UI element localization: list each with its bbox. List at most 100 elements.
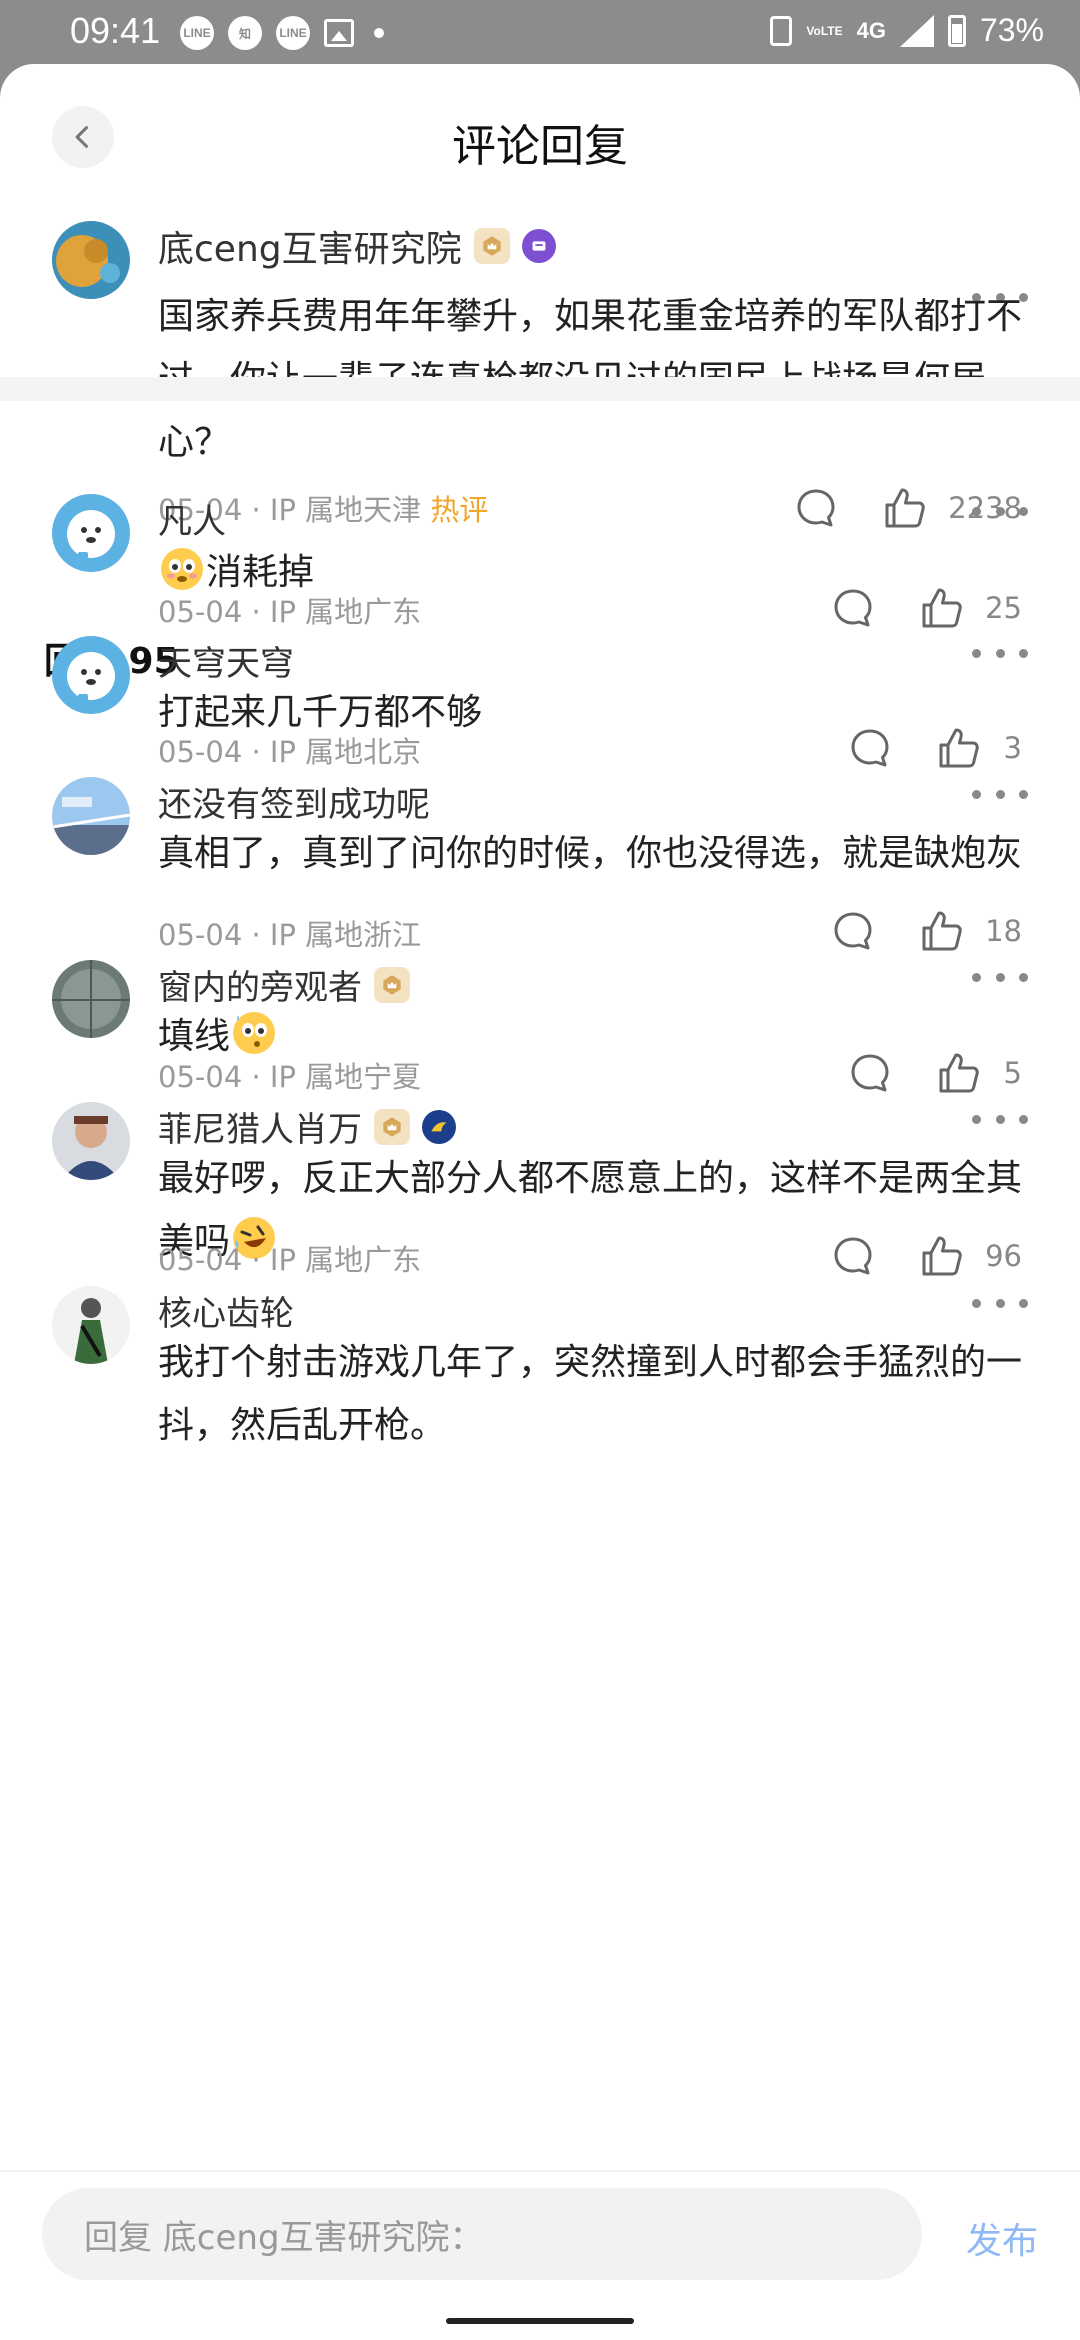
crown-badge-icon bbox=[374, 1108, 410, 1145]
reply-bubble-icon[interactable] bbox=[831, 586, 875, 630]
author-name[interactable]: 还没有签到成功呢 bbox=[158, 777, 430, 826]
author-name[interactable]: 菲尼猎人肖万 bbox=[158, 1102, 362, 1151]
vibrate-icon bbox=[770, 15, 793, 46]
reply-actions: 25 bbox=[831, 585, 1022, 631]
status-system-icons: VoLTE 4G 73% bbox=[770, 12, 1044, 49]
comment-date: 05-04 · IP 属地广东 bbox=[158, 595, 422, 629]
volte-label: VoLTE bbox=[806, 23, 843, 38]
more-options-button[interactable] bbox=[972, 962, 1028, 992]
more-options-dot bbox=[995, 1298, 1005, 1308]
line-app-icon: LINE bbox=[180, 16, 214, 50]
author-name[interactable]: 凡人 bbox=[158, 494, 226, 543]
more-options-dot bbox=[995, 648, 1005, 658]
more-notifications-icon bbox=[374, 28, 384, 38]
comment-date: 05-04 · IP 属地宁夏 bbox=[158, 1060, 422, 1094]
purple-badge-icon bbox=[521, 229, 556, 263]
reply-bubble-icon[interactable] bbox=[831, 1234, 875, 1278]
hot-comment-tag: 热评 bbox=[430, 493, 489, 527]
more-options-dot bbox=[995, 506, 1005, 516]
status-time: 09:41 bbox=[70, 10, 161, 51]
more-options-button[interactable] bbox=[972, 779, 1028, 809]
status-bar: 09:41 LINE 知 LINE VoLTE 4G 73% bbox=[0, 0, 1080, 64]
more-options-dot bbox=[972, 1114, 981, 1124]
comment-date: 05-04 · IP 属地广东 bbox=[158, 1243, 422, 1277]
avatar[interactable] bbox=[52, 221, 130, 299]
reply-bubble-icon[interactable] bbox=[848, 726, 892, 770]
author-name[interactable]: 天穹天穹 bbox=[158, 636, 294, 685]
avatar[interactable] bbox=[52, 777, 130, 855]
publish-button[interactable]: 发布 bbox=[966, 2212, 1038, 2264]
network-type: 4G bbox=[856, 17, 886, 43]
avatar[interactable] bbox=[52, 960, 130, 1038]
more-options-dot bbox=[995, 789, 1005, 799]
like-count: 96 bbox=[985, 1239, 1022, 1273]
home-indicator[interactable] bbox=[446, 2318, 634, 2324]
more-options-button[interactable] bbox=[972, 496, 1028, 526]
reply-input[interactable]: 回复 底ceng互害研究院： bbox=[42, 2188, 922, 2280]
thumbs-up-icon[interactable] bbox=[919, 585, 965, 631]
composer-divider bbox=[0, 2170, 1080, 2172]
more-options-button[interactable] bbox=[972, 638, 1028, 668]
more-options-dot bbox=[972, 789, 981, 799]
reply-bubble-icon[interactable] bbox=[848, 1051, 892, 1095]
line-app-icon: LINE bbox=[276, 16, 310, 50]
author-row: 菲尼猎人肖万 bbox=[158, 1102, 456, 1151]
avatar[interactable] bbox=[52, 1102, 130, 1180]
author-row: 还没有签到成功呢 bbox=[158, 777, 430, 826]
thumbs-up-icon[interactable] bbox=[936, 725, 982, 771]
reply-bubble-icon[interactable] bbox=[794, 486, 838, 530]
more-options-dot bbox=[1019, 972, 1028, 982]
battery-icon bbox=[947, 14, 966, 47]
author-row: 窗内的旁观者 bbox=[158, 960, 410, 1009]
volte-icon: VoLTE bbox=[806, 24, 842, 38]
reply-text: 真相了，真到了问你的时候，你也没得选，就是缺炮灰 bbox=[158, 833, 1023, 874]
like-count: 18 bbox=[985, 914, 1022, 948]
reply-input-placeholder: 回复 底ceng互害研究院： bbox=[84, 2217, 484, 2258]
reply-text: 我打个射击游戏几年了，突然撞到人时都会手猛烈的一抖，然后乱开枪。 bbox=[158, 1342, 1023, 1446]
author-name[interactable]: 底ceng互害研究院 bbox=[158, 220, 462, 272]
signal-icon bbox=[899, 14, 934, 47]
reply-bubble-icon[interactable] bbox=[831, 909, 875, 953]
author-row: 底ceng互害研究院 bbox=[158, 220, 556, 272]
avatar[interactable] bbox=[52, 494, 130, 572]
thumbs-up-icon[interactable] bbox=[919, 1233, 965, 1279]
more-options-dot bbox=[1019, 1114, 1028, 1124]
reply-actions: 3 bbox=[848, 725, 1022, 771]
more-options-button[interactable] bbox=[972, 1104, 1028, 1134]
crown-badge-icon bbox=[473, 228, 510, 264]
reply-actions: 96 bbox=[831, 1233, 1022, 1279]
more-options-dot bbox=[995, 1114, 1005, 1124]
comment-date: 05-04 · IP 属地北京 bbox=[158, 735, 422, 769]
more-options-dot bbox=[1019, 648, 1028, 658]
like-count: 25 bbox=[985, 591, 1022, 625]
author-row: 核心齿轮 bbox=[158, 1286, 294, 1335]
reply-text-content: 填线 bbox=[158, 1016, 231, 1057]
bird-badge-icon bbox=[422, 1109, 456, 1144]
battery-percent: 73% bbox=[979, 12, 1044, 48]
comment-date: 05-04 · IP 属地浙江 bbox=[158, 918, 422, 952]
more-options-dot bbox=[972, 648, 981, 658]
more-options-dot bbox=[972, 1298, 981, 1308]
more-options-dot bbox=[972, 972, 981, 982]
more-options-dot bbox=[1019, 1298, 1028, 1308]
blushing-emoji-icon bbox=[161, 548, 203, 590]
thumbs-up-icon[interactable] bbox=[919, 908, 965, 954]
avatar[interactable] bbox=[52, 636, 130, 714]
more-options-button[interactable] bbox=[972, 1288, 1028, 1318]
page-title: 评论回复 bbox=[452, 121, 628, 172]
more-options-dot bbox=[1019, 506, 1028, 516]
comment-reply-sheet: 评论回复 底ceng互害研究院 国家养兵费用年年攀升，如果花重金培养的军队都打不… bbox=[0, 64, 1080, 2340]
more-options-dot bbox=[1019, 789, 1028, 799]
thumbs-up-icon[interactable] bbox=[936, 1050, 982, 1096]
more-options-dot bbox=[995, 972, 1005, 982]
reply-actions: 5 bbox=[848, 1050, 1022, 1096]
avatar[interactable] bbox=[52, 1286, 130, 1364]
author-row: 凡人 bbox=[158, 494, 226, 543]
author-name[interactable]: 核心齿轮 bbox=[158, 1286, 294, 1335]
like-count: 3 bbox=[1003, 731, 1022, 765]
zhihu-app-icon: 知 bbox=[228, 16, 262, 50]
header: 评论回复 bbox=[0, 64, 1080, 204]
author-name[interactable]: 窗内的旁观者 bbox=[158, 960, 362, 1009]
gallery-icon bbox=[324, 19, 354, 47]
thumbs-up-icon[interactable] bbox=[882, 485, 928, 531]
